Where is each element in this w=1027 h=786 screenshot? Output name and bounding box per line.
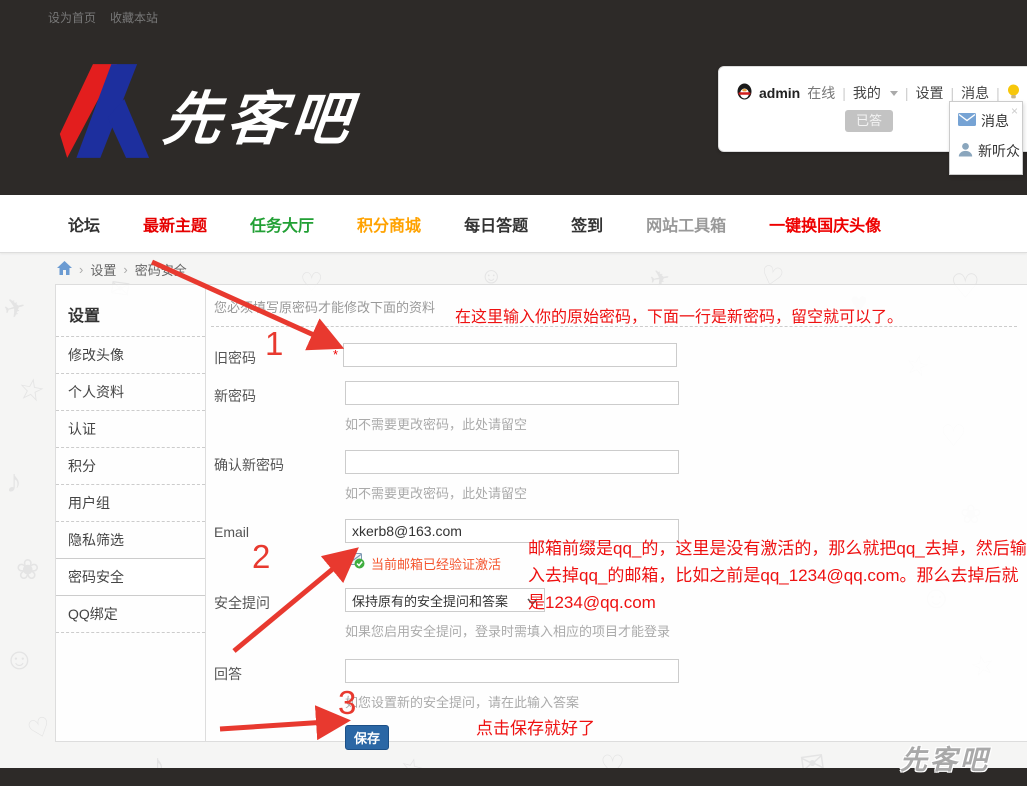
- doodle-icon: ♪: [6, 463, 22, 500]
- popup-item-label: 新听众: [978, 141, 1020, 161]
- close-icon[interactable]: ×: [1011, 104, 1018, 118]
- sidebar-item-profile[interactable]: 个人资料: [56, 374, 205, 411]
- nav-item-toolbox[interactable]: 网站工具箱: [646, 212, 726, 236]
- sidebar-item-verification[interactable]: 认证: [56, 411, 205, 448]
- watermark-logo: 先客吧: [900, 738, 990, 777]
- divider: [211, 326, 1017, 327]
- popup-item-new-listeners[interactable]: 新听众: [958, 141, 1022, 161]
- logo-text: 先客吧: [160, 72, 361, 156]
- password-security-form: 您必须填写原密码才能修改下面的资料 旧密码 * 新密码 如不需要更改密码，此处请…: [207, 285, 1027, 741]
- sidebar-item-password-security[interactable]: 密码安全: [56, 558, 205, 596]
- answer-hint: 如您设置新的安全提问，请在此输入答案: [345, 692, 1017, 711]
- breadcrumb-sep: ›: [79, 262, 83, 277]
- email-input[interactable]: [345, 519, 679, 543]
- envelope-icon: [958, 113, 976, 129]
- sidebar-title: 设置: [56, 295, 205, 337]
- my-menu[interactable]: 我的: [853, 83, 881, 103]
- nav-item-task-hall[interactable]: 任务大厅: [250, 212, 314, 236]
- topbar: 设为首页 收藏本站: [48, 9, 158, 26]
- doodle-icon: ☺: [4, 643, 35, 677]
- k-logo-icon: [58, 60, 150, 167]
- nav-item-latest-topics[interactable]: 最新主题: [143, 212, 207, 236]
- bulb-icon: [1007, 84, 1020, 103]
- sidebar-item-points[interactable]: 积分: [56, 448, 205, 485]
- doodle-icon: ❀: [16, 553, 39, 586]
- new-password-label: 新密码: [211, 381, 333, 433]
- confirm-password-hint: 如不需要更改密码，此处请留空: [345, 483, 1017, 502]
- breadcrumb: › 设置 › 密码安全: [57, 260, 187, 279]
- main-nav: 论坛 最新主题 任务大厅 积分商城 每日答题 签到 网站工具箱 一键换国庆头像: [0, 195, 1027, 253]
- doodle-icon: ♪: [150, 749, 165, 768]
- messages-menu[interactable]: 消息: [961, 83, 989, 103]
- doodle-icon: ♡: [23, 710, 56, 747]
- security-question-select[interactable]: 保持原有的安全提问和答案: [345, 588, 545, 612]
- form-notice: 您必须填写原密码才能修改下面的资料: [214, 297, 1017, 316]
- nav-item-national-day-avatar[interactable]: 一键换国庆头像: [769, 212, 881, 236]
- security-question-selected: 保持原有的安全提问和答案: [352, 591, 508, 610]
- settings-panel: 设置 修改头像 个人资料 认证 积分 用户组 隐私筛选 密码安全 QQ绑定 您必…: [55, 284, 1027, 742]
- new-password-input[interactable]: [345, 381, 679, 405]
- doodle-icon: ☆: [397, 751, 427, 768]
- sidebar-item-avatar[interactable]: 修改头像: [56, 337, 205, 374]
- save-button[interactable]: 保存: [345, 725, 389, 750]
- required-mark: *: [333, 347, 338, 362]
- old-password-input[interactable]: [343, 343, 677, 367]
- sidebar-item-qq-binding[interactable]: QQ绑定: [56, 596, 205, 633]
- new-password-hint: 如不需要更改密码，此处请留空: [345, 414, 1017, 433]
- settings-sidebar: 设置 修改头像 个人资料 认证 积分 用户组 隐私筛选 密码安全 QQ绑定: [56, 285, 206, 741]
- user-icon: [958, 142, 973, 160]
- home-icon[interactable]: [57, 261, 72, 278]
- bookmark-site-link[interactable]: 收藏本站: [110, 9, 158, 26]
- set-homepage-link[interactable]: 设为首页: [48, 9, 96, 26]
- doodle-icon: ☆: [15, 371, 48, 410]
- confirm-password-label: 确认新密码: [211, 450, 333, 502]
- chevron-down-icon: [527, 593, 538, 608]
- breadcrumb-settings[interactable]: 设置: [90, 260, 116, 279]
- popup-item-label: 消息: [981, 111, 1009, 131]
- security-question-label: 安全提问: [211, 588, 333, 640]
- site-logo[interactable]: 先客吧: [58, 60, 356, 167]
- email-verified-icon: [345, 553, 365, 574]
- site-footer: [0, 768, 1027, 786]
- email-verified-text: 当前邮箱已经验证激活: [371, 554, 501, 573]
- nav-item-forum[interactable]: 论坛: [68, 212, 100, 236]
- email-label: Email: [211, 519, 333, 574]
- answer-input[interactable]: [345, 659, 679, 683]
- doodle-icon: ♡: [600, 749, 625, 768]
- nav-item-checkin[interactable]: 签到: [571, 212, 603, 236]
- site-header: 设为首页 收藏本站 先客吧 admin 在线 |: [0, 0, 1027, 195]
- security-question-hint: 如果您启用安全提问，登录时需填入相应的项目才能登录: [345, 621, 1017, 640]
- breadcrumb-sep: ›: [123, 262, 127, 277]
- old-password-label: 旧密码: [211, 343, 333, 368]
- online-status: 在线: [807, 83, 835, 103]
- chevron-down-icon: [890, 91, 898, 96]
- username[interactable]: admin: [759, 85, 800, 101]
- sidebar-item-usergroup[interactable]: 用户组: [56, 485, 205, 522]
- reminder-popup: × 消息 新听众: [949, 101, 1023, 175]
- nav-item-points-mall[interactable]: 积分商城: [357, 212, 421, 236]
- confirm-password-input[interactable]: [345, 450, 679, 474]
- settings-menu[interactable]: 设置: [916, 83, 944, 103]
- sidebar-item-privacy[interactable]: 隐私筛选: [56, 522, 205, 559]
- qq-penguin-icon: [737, 83, 752, 103]
- nav-item-daily-quiz[interactable]: 每日答题: [464, 212, 528, 236]
- doodle-icon: ✈: [0, 291, 29, 327]
- answered-button[interactable]: 已答: [845, 110, 893, 132]
- breadcrumb-password-security[interactable]: 密码安全: [135, 260, 187, 279]
- answer-label: 回答: [211, 659, 333, 711]
